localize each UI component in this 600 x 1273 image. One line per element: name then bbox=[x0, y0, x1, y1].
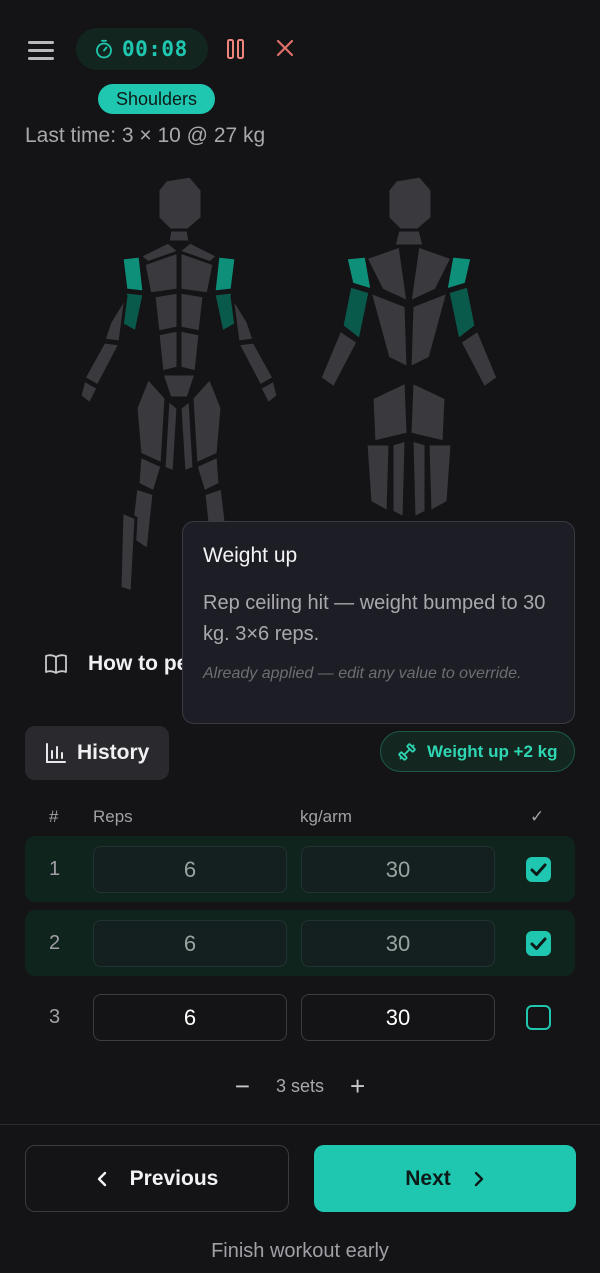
next-button[interactable]: Next bbox=[314, 1145, 576, 1212]
close-button[interactable] bbox=[274, 37, 296, 59]
chevron-right-icon bbox=[474, 1171, 483, 1186]
col-header-number: # bbox=[49, 807, 59, 826]
set-row: 3 6 30 bbox=[25, 984, 575, 1050]
checkmark-icon bbox=[530, 937, 547, 950]
stopwatch-icon bbox=[96, 39, 112, 59]
workout-timer: 00:08 bbox=[76, 28, 208, 70]
weight-up-badge[interactable]: Weight up +2 kg bbox=[380, 731, 575, 772]
bar-chart-icon bbox=[46, 743, 66, 763]
add-set-button[interactable]: + bbox=[350, 1073, 365, 1099]
how-to-label: How to pe bbox=[88, 652, 189, 675]
last-time-summary: Last time: 3 × 10 @ 27 kg bbox=[25, 124, 266, 147]
back-body-figure bbox=[318, 174, 500, 520]
menu-icon bbox=[28, 41, 54, 44]
sets-count: 3 sets bbox=[275, 1075, 325, 1096]
front-left-deltoid bbox=[120, 254, 146, 294]
menu-button[interactable] bbox=[28, 41, 54, 63]
next-label: Next bbox=[405, 1166, 451, 1190]
weight-up-label: Weight up +2 kg bbox=[427, 741, 558, 761]
reps-input[interactable]: 6 bbox=[93, 994, 287, 1041]
tooltip-body: Rep ceiling hit — weight bumped to 30 kg… bbox=[203, 592, 546, 645]
front-right-deltoid bbox=[212, 254, 238, 294]
weight-input[interactable]: 30 bbox=[301, 846, 495, 893]
set-number: 2 bbox=[49, 932, 61, 954]
sets-stepper: − 3 sets + bbox=[0, 1073, 600, 1099]
set-number: 1 bbox=[49, 858, 61, 880]
col-header-check: ✓ bbox=[530, 807, 545, 826]
dumbbell-icon bbox=[398, 742, 416, 761]
set-row: 2 6 30 bbox=[25, 910, 575, 976]
book-icon bbox=[45, 654, 67, 674]
col-header-reps: Reps bbox=[93, 807, 133, 826]
timer-value: 00:08 bbox=[122, 37, 188, 61]
set-number: 3 bbox=[49, 1006, 61, 1028]
footer-divider bbox=[0, 1124, 600, 1125]
weight-input[interactable]: 30 bbox=[301, 994, 495, 1041]
remove-set-button[interactable]: − bbox=[235, 1073, 250, 1099]
reps-input[interactable]: 6 bbox=[93, 846, 287, 893]
reps-input[interactable]: 6 bbox=[93, 920, 287, 967]
set-complete-checkbox[interactable] bbox=[526, 1005, 551, 1030]
weight-up-tooltip: Weight up Rep ceiling hit — weight bumpe… bbox=[182, 521, 575, 724]
history-label: History bbox=[77, 741, 150, 764]
set-complete-checkbox[interactable] bbox=[526, 857, 551, 882]
col-header-kg: kg/arm bbox=[300, 807, 352, 826]
tooltip-note: Already applied — edit any value to over… bbox=[203, 665, 522, 682]
tooltip-title: Weight up bbox=[203, 544, 298, 567]
previous-button[interactable]: Previous bbox=[25, 1145, 289, 1212]
set-row: 1 6 30 bbox=[25, 836, 575, 902]
chevron-left-icon bbox=[97, 1171, 106, 1186]
checkmark-icon bbox=[530, 863, 547, 876]
weight-input[interactable]: 30 bbox=[301, 920, 495, 967]
history-button[interactable]: History bbox=[25, 726, 169, 780]
set-complete-checkbox[interactable] bbox=[526, 931, 551, 956]
pause-button[interactable] bbox=[224, 37, 248, 61]
muscle-group-tag: Shoulders bbox=[98, 84, 216, 114]
how-to-perform-link[interactable]: How to pe bbox=[44, 652, 188, 676]
previous-label: Previous bbox=[129, 1166, 219, 1190]
finish-workout-early-link[interactable]: Finish workout early bbox=[0, 1240, 600, 1263]
